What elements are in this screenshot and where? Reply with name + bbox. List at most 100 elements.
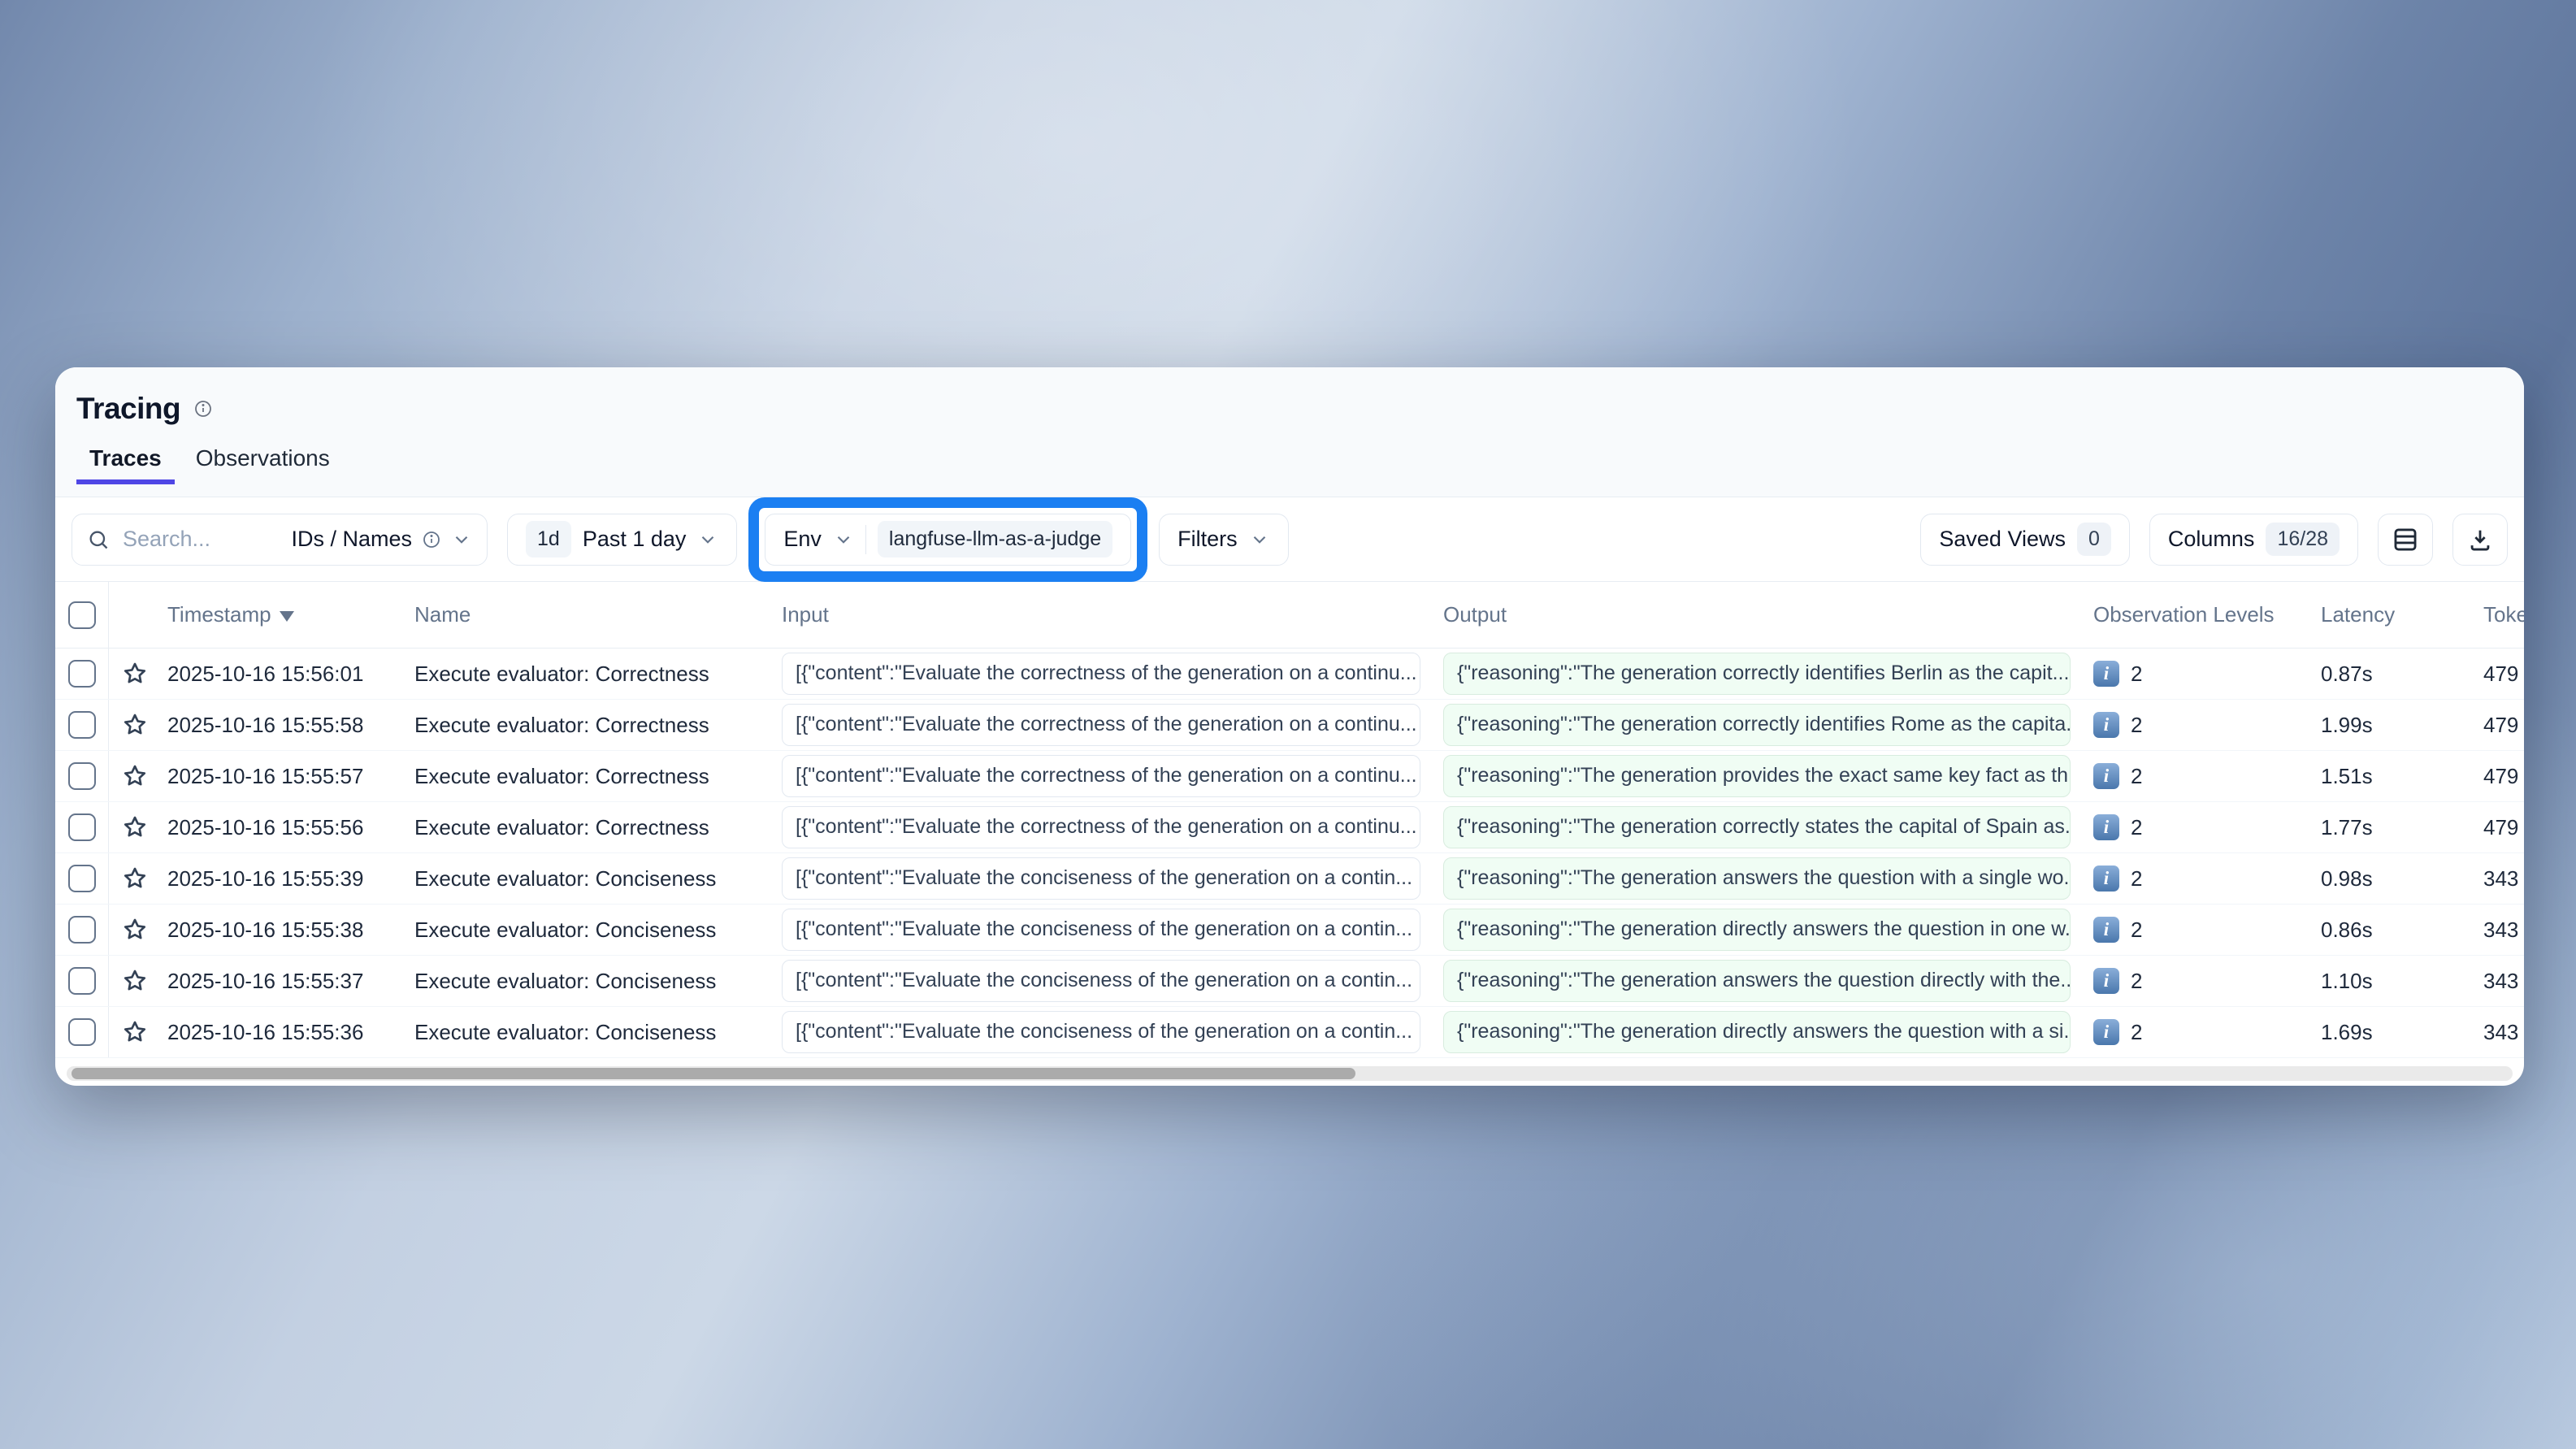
tab-traces[interactable]: Traces <box>76 445 175 484</box>
timestamp-cell: 2025-10-16 15:55:36 <box>161 1020 414 1045</box>
env-label: Env <box>783 527 822 552</box>
latency-cell: 1.69s <box>2321 1020 2483 1045</box>
scrollbar-thumb[interactable] <box>72 1068 1355 1079</box>
output-cell[interactable]: {"reasoning":"The generation answers the… <box>1443 960 2071 1002</box>
table-row[interactable]: 2025-10-16 15:55:56 Execute evaluator: C… <box>55 802 2524 853</box>
traces-table: Timestamp Name Input Output Observation … <box>55 582 2524 1086</box>
chevron-down-icon <box>697 529 718 550</box>
header-output[interactable]: Output <box>1443 602 2093 627</box>
timestamp-cell: 2025-10-16 15:56:01 <box>161 662 414 687</box>
tokens-cell: 479 → <box>2483 713 2524 738</box>
name-cell: Execute evaluator: Correctness <box>414 713 782 738</box>
header-tokens[interactable]: Tokens <box>2483 602 2524 627</box>
output-cell[interactable]: {"reasoning":"The generation correctly i… <box>1443 653 2071 695</box>
star-icon[interactable] <box>122 1019 148 1045</box>
level-info-icon: i <box>2093 661 2119 687</box>
search-mode-dropdown[interactable]: IDs / Names <box>291 527 472 552</box>
filters-label: Filters <box>1177 527 1238 552</box>
table-row[interactable]: 2025-10-16 15:55:36 Execute evaluator: C… <box>55 1007 2524 1058</box>
header-timestamp[interactable]: Timestamp <box>161 602 414 627</box>
tokens-cell: 343 → <box>2483 866 2524 892</box>
chevron-down-icon <box>1249 529 1270 550</box>
header-name[interactable]: Name <box>414 602 782 627</box>
row-checkbox[interactable] <box>68 916 96 944</box>
input-cell[interactable]: [{"content":"Evaluate the correctness of… <box>782 653 1420 695</box>
output-cell[interactable]: {"reasoning":"The generation directly an… <box>1443 1011 2071 1053</box>
input-cell[interactable]: [{"content":"Evaluate the conciseness of… <box>782 857 1420 900</box>
input-cell[interactable]: [{"content":"Evaluate the conciseness of… <box>782 909 1420 951</box>
input-cell[interactable]: [{"content":"Evaluate the correctness of… <box>782 755 1420 797</box>
time-range-label: Past 1 day <box>583 527 687 552</box>
search-icon <box>87 528 110 551</box>
row-checkbox[interactable] <box>68 660 96 688</box>
observation-count: 2 <box>2131 969 2142 994</box>
table-row[interactable]: 2025-10-16 15:55:37 Execute evaluator: C… <box>55 956 2524 1007</box>
output-cell[interactable]: {"reasoning":"The generation correctly i… <box>1443 704 2071 746</box>
level-info-icon: i <box>2093 712 2119 738</box>
time-range-button[interactable]: 1d Past 1 day <box>507 514 737 566</box>
input-cell[interactable]: [{"content":"Evaluate the conciseness of… <box>782 960 1420 1002</box>
row-height-button[interactable] <box>2378 514 2433 566</box>
latency-cell: 1.10s <box>2321 969 2483 994</box>
row-checkbox[interactable] <box>68 762 96 790</box>
star-icon[interactable] <box>122 917 148 943</box>
filters-button[interactable]: Filters <box>1159 514 1289 566</box>
row-checkbox[interactable] <box>68 967 96 995</box>
star-icon[interactable] <box>122 763 148 789</box>
table-row[interactable]: 2025-10-16 15:56:01 Execute evaluator: C… <box>55 649 2524 700</box>
input-cell[interactable]: [{"content":"Evaluate the correctness of… <box>782 806 1420 848</box>
select-all-checkbox[interactable] <box>68 601 96 629</box>
latency-cell: 0.98s <box>2321 866 2483 892</box>
table-row[interactable]: 2025-10-16 15:55:58 Execute evaluator: C… <box>55 700 2524 751</box>
header-input[interactable]: Input <box>782 602 1443 627</box>
info-icon <box>422 530 441 549</box>
table-row[interactable]: 2025-10-16 15:55:38 Execute evaluator: C… <box>55 905 2524 956</box>
level-info-icon: i <box>2093 917 2119 943</box>
table-header-row: Timestamp Name Input Output Observation … <box>55 582 2524 649</box>
tokens-cell: 343 → <box>2483 918 2524 943</box>
timestamp-cell: 2025-10-16 15:55:57 <box>161 764 414 789</box>
table-row[interactable]: 2025-10-16 15:55:39 Execute evaluator: C… <box>55 853 2524 905</box>
header-latency[interactable]: Latency <box>2321 602 2483 627</box>
star-icon[interactable] <box>122 968 148 994</box>
env-filter-button[interactable]: Env langfuse-llm-as-a-judge <box>765 514 1131 566</box>
tab-observations[interactable]: Observations <box>183 445 343 484</box>
horizontal-scrollbar[interactable] <box>67 1066 2513 1081</box>
observation-count: 2 <box>2131 713 2142 738</box>
chevron-down-icon <box>451 529 472 550</box>
name-cell: Execute evaluator: Conciseness <box>414 1020 782 1045</box>
output-cell[interactable]: {"reasoning":"The generation directly an… <box>1443 909 2071 951</box>
search-placeholder: Search... <box>123 527 210 552</box>
observation-count: 2 <box>2131 866 2142 892</box>
row-checkbox[interactable] <box>68 813 96 841</box>
star-icon[interactable] <box>122 661 148 687</box>
star-icon[interactable] <box>122 814 148 840</box>
level-info-icon: i <box>2093 763 2119 789</box>
timestamp-cell: 2025-10-16 15:55:37 <box>161 969 414 994</box>
star-icon[interactable] <box>122 712 148 738</box>
input-cell[interactable]: [{"content":"Evaluate the correctness of… <box>782 704 1420 746</box>
input-cell[interactable]: [{"content":"Evaluate the conciseness of… <box>782 1011 1420 1053</box>
search-mode-label: IDs / Names <box>291 527 412 552</box>
timestamp-cell: 2025-10-16 15:55:38 <box>161 918 414 943</box>
table-row[interactable]: 2025-10-16 15:55:57 Execute evaluator: C… <box>55 751 2524 802</box>
row-checkbox[interactable] <box>68 865 96 892</box>
columns-button[interactable]: Columns 16/28 <box>2149 514 2358 566</box>
output-cell[interactable]: {"reasoning":"The generation provides th… <box>1443 755 2071 797</box>
name-cell: Execute evaluator: Correctness <box>414 764 782 789</box>
name-cell: Execute evaluator: Conciseness <box>414 969 782 994</box>
info-icon[interactable] <box>193 399 213 419</box>
search-input[interactable]: Search... IDs / Names <box>72 514 488 566</box>
export-button[interactable] <box>2452 514 2508 566</box>
row-checkbox[interactable] <box>68 711 96 739</box>
output-cell[interactable]: {"reasoning":"The generation correctly s… <box>1443 806 2071 848</box>
latency-cell: 1.51s <box>2321 764 2483 789</box>
header-observation-levels[interactable]: Observation Levels <box>2093 602 2321 627</box>
star-icon[interactable] <box>122 865 148 892</box>
saved-views-button[interactable]: Saved Views 0 <box>1920 514 2130 566</box>
row-checkbox[interactable] <box>68 1018 96 1046</box>
annotation-highlight-box: Env langfuse-llm-as-a-judge <box>748 497 1147 582</box>
tokens-cell: 343 → <box>2483 969 2524 994</box>
output-cell[interactable]: {"reasoning":"The generation answers the… <box>1443 857 2071 900</box>
name-cell: Execute evaluator: Conciseness <box>414 918 782 943</box>
